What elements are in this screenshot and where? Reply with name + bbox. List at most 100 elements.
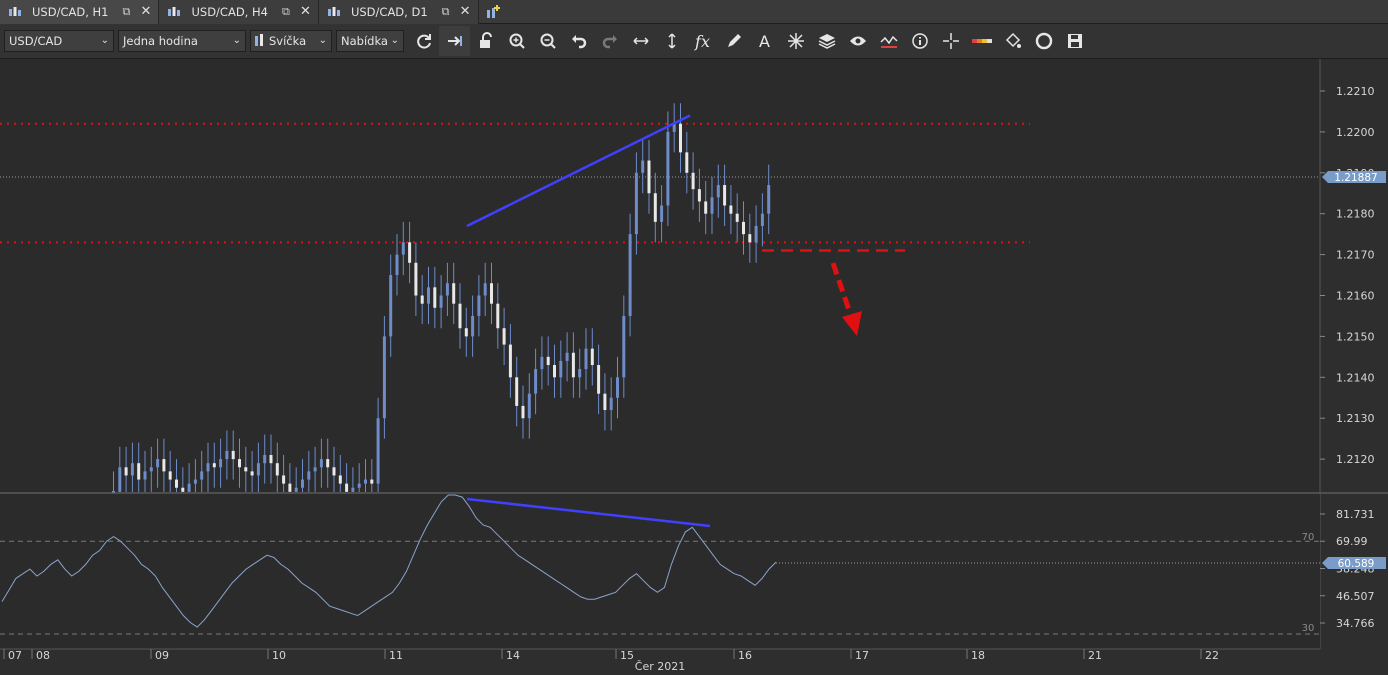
candle-body <box>483 283 487 296</box>
text-icon: A <box>759 31 770 51</box>
candle-body <box>464 328 468 337</box>
info-button[interactable] <box>904 26 935 56</box>
candlestick-icon <box>327 7 340 16</box>
layers-icon <box>818 34 835 49</box>
candle-body <box>364 479 367 484</box>
fill-bucket-icon <box>1005 32 1021 48</box>
popout-icon[interactable]: ⧉ <box>122 6 134 18</box>
chart-type-select[interactable]: Svíčka ⌄ <box>250 30 332 52</box>
layers-button[interactable] <box>811 26 842 56</box>
shift-chart-button[interactable] <box>439 26 470 56</box>
close-icon[interactable]: ✕ <box>460 5 472 18</box>
candle-body <box>710 197 714 214</box>
offer-side-select[interactable]: Nabídka ⌄ <box>336 30 404 52</box>
candle-body <box>748 234 752 243</box>
fit-vertical-icon <box>667 33 676 49</box>
candle-body <box>130 463 134 476</box>
candle-body <box>244 467 248 472</box>
candle-body <box>351 487 355 492</box>
candle-body <box>653 193 657 222</box>
candle-body <box>231 450 235 460</box>
candle-body <box>622 315 626 378</box>
candle-body <box>584 348 588 370</box>
cursor-button[interactable] <box>935 26 966 56</box>
undo-button[interactable] <box>563 26 594 56</box>
instrument-select[interactable]: USD/CAD ⌄ <box>4 30 114 52</box>
close-icon[interactable]: ✕ <box>140 5 152 18</box>
chart-svg[interactable]: 1.22101.22001.21901.21801.21701.21601.21… <box>0 59 1388 675</box>
candle-body <box>742 221 745 235</box>
candle-body <box>559 360 563 378</box>
zoom-out-icon <box>540 33 556 49</box>
lock-button[interactable] <box>470 26 501 56</box>
candle-body <box>181 487 185 492</box>
refresh-button[interactable] <box>408 26 439 56</box>
color-scale-button[interactable] <box>966 26 997 56</box>
indicator-button[interactable] <box>873 26 904 56</box>
redo-button[interactable] <box>594 26 625 56</box>
fit-vertical-button[interactable] <box>656 26 687 56</box>
info-icon <box>911 33 928 49</box>
chevron-down-icon: ⌄ <box>390 35 399 46</box>
chart-area[interactable]: 1.22101.22001.21901.21801.21701.21601.21… <box>0 59 1388 675</box>
crosshair-button[interactable] <box>780 26 811 56</box>
tab-usdcad-h4[interactable]: USD/CAD, H4 ⧉ ✕ <box>159 0 319 24</box>
candle-body <box>250 471 254 476</box>
candle-body <box>540 356 544 370</box>
function-button[interactable]: fx <box>687 26 718 56</box>
rsi-tick-label: 69.99 <box>1336 535 1368 548</box>
price-tick-label: 1.2170 <box>1336 249 1375 262</box>
candle-body <box>691 172 695 190</box>
fit-horizontal-button[interactable] <box>625 26 656 56</box>
candle-body <box>760 213 764 226</box>
tab-usdcad-d1[interactable]: USD/CAD, D1 ⧉ ✕ <box>318 0 479 24</box>
time-tick-label: 17 <box>855 649 869 662</box>
candle-body <box>294 487 298 492</box>
period-value: Jedna hodina <box>123 34 198 48</box>
close-icon[interactable]: ✕ <box>300 5 312 18</box>
time-tick-label: 18 <box>971 649 985 662</box>
candle-body <box>609 397 613 411</box>
eye-button[interactable] <box>842 26 873 56</box>
zoom-in-button[interactable] <box>501 26 532 56</box>
current-rsi-label: 60.589 <box>1338 558 1375 570</box>
candle-body <box>521 405 525 419</box>
candle-body <box>395 254 399 276</box>
save-button[interactable] <box>1059 26 1090 56</box>
candle-body <box>193 479 197 484</box>
candle-body <box>269 455 273 464</box>
zoom-out-button[interactable] <box>532 26 563 56</box>
instrument-value: USD/CAD <box>9 34 63 48</box>
period-select[interactable]: Jedna hodina ⌄ <box>118 30 246 52</box>
candle-body <box>326 459 330 468</box>
candle-body <box>452 283 456 304</box>
candle-body <box>571 352 575 378</box>
tab-label: USD/CAD, H4 <box>191 5 268 19</box>
candle-body <box>477 295 481 316</box>
tab-usdcad-h1[interactable]: USD/CAD, H1 ⧉ ✕ <box>0 0 160 24</box>
candle-body <box>458 303 462 329</box>
candle-body <box>502 328 506 345</box>
candle-body <box>515 377 519 406</box>
time-tick-label: 21 <box>1088 649 1102 662</box>
rsi-lower-level-label: 30 <box>1302 623 1315 634</box>
add-chart-button[interactable] <box>479 0 507 24</box>
time-tick-label: 11 <box>389 649 403 662</box>
current-price-label: 1.21887 <box>1334 172 1377 184</box>
text-button[interactable]: A <box>749 26 780 56</box>
popout-icon[interactable]: ⧉ <box>442 6 454 18</box>
candle-body <box>729 205 733 214</box>
popout-icon[interactable]: ⧉ <box>282 6 294 18</box>
candle-body <box>723 185 727 206</box>
candle-body <box>420 295 424 304</box>
candle-body <box>319 459 323 468</box>
pencil-button[interactable] <box>718 26 749 56</box>
candle-body <box>496 303 500 329</box>
fit-horizontal-icon <box>632 37 649 45</box>
zoom-in-icon <box>509 33 525 49</box>
price-tick-label: 1.2120 <box>1336 453 1375 466</box>
price-tick-label: 1.2150 <box>1336 330 1375 343</box>
candle-body <box>553 365 556 378</box>
template-button[interactable] <box>1028 26 1059 56</box>
fill-bucket-button[interactable] <box>997 26 1028 56</box>
